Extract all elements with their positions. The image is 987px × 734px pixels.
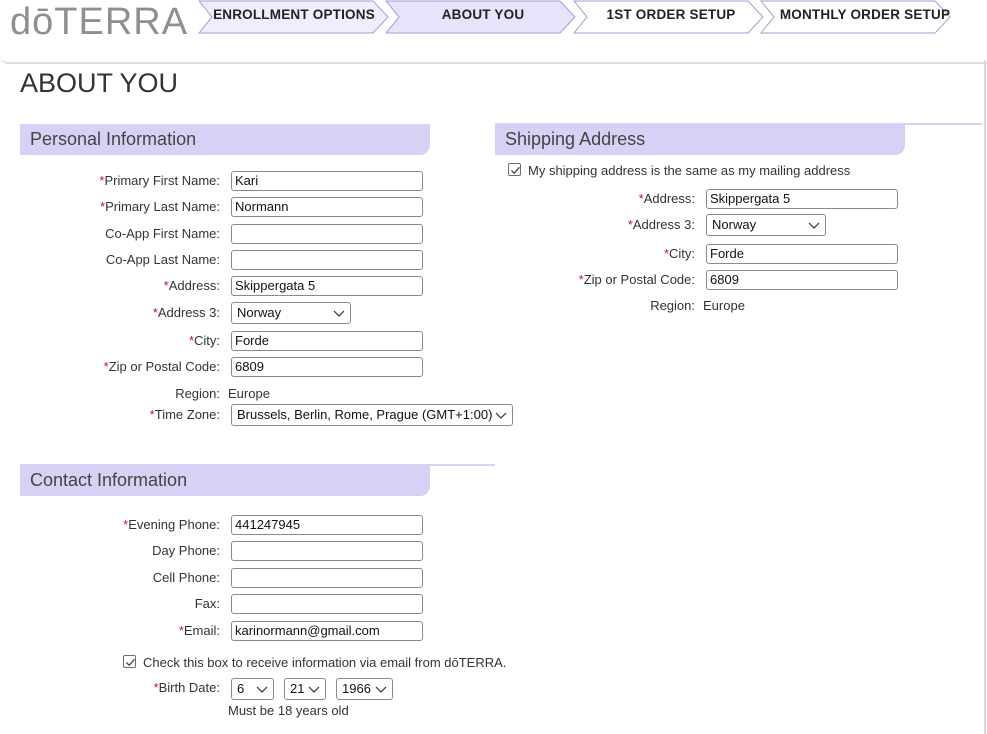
chevron-down-icon [256,686,268,693]
evening-phone-label: *Evening Phone: [40,517,220,533]
chevron-down-icon [495,412,507,419]
zip-input[interactable]: 6809 [231,357,423,377]
shipping-address3-label: *Address 3: [515,217,695,233]
label-text: Address: [168,278,220,293]
checkmark-icon [126,658,135,667]
city-input[interactable]: Forde [231,331,423,351]
header: dōTERRA ENROLLMENT OPTIONS ABOUT YOU 1ST… [0,0,987,62]
time-zone-select[interactable]: Brussels, Berlin, Rome, Prague (GMT+1:00… [231,404,513,426]
chevron-down-icon [308,686,320,693]
chevron-down-icon [333,310,345,317]
select-value: 1966 [342,681,371,696]
label-text: Evening Phone: [128,517,220,532]
region-label: Region: [175,386,220,401]
label-text: Zip or Postal Code: [583,272,695,287]
contact-information-heading: Contact Information [20,465,430,496]
shipping-address-label: *Address: [515,191,695,207]
label-text: Zip or Postal Code: [108,359,220,374]
address3-select[interactable]: Norway [231,302,351,324]
step-label: ABOUT YOU [441,7,525,22]
label-text: Address: [643,191,695,206]
shipping-region-label: Region: [650,298,695,313]
region-value: Europe [228,386,270,401]
same-as-mailing-checkbox[interactable] [508,163,521,176]
birth-month-select[interactable]: 6 [231,678,274,700]
chevron-down-icon [375,686,387,693]
select-value: Norway [712,217,757,232]
city-label: *City: [40,333,220,349]
cell-phone-label: Cell Phone: [152,570,220,585]
shipping-address-input[interactable]: Skippergata 5 [706,189,898,209]
day-phone-input[interactable] [231,541,423,561]
primary-first-name-input[interactable]: Kari [231,171,423,191]
email-input[interactable]: karinormann@gmail.com [231,621,423,641]
shipping-address-heading: Shipping Address [495,124,905,155]
select-value: 21 [290,681,305,696]
fax-label: Fax: [194,596,220,611]
label-text: Email: [183,623,220,638]
select-value: Norway [237,305,282,320]
primary-last-name-input[interactable]: Normann [231,197,423,217]
chevron-down-icon [808,222,820,229]
coapp-last-name-label: Co-App Last Name: [105,252,220,267]
page-right-border [984,60,986,734]
step-label: MONTHLY ORDER SETUP [779,7,951,22]
shipping-city-label: *City: [515,246,695,262]
select-value: 6 [237,681,245,696]
header-divider [0,56,987,64]
page-title: ABOUT YOU [20,68,179,98]
fax-input[interactable] [231,594,423,614]
time-zone-label: *Time Zone: [40,407,220,423]
shipping-zip-input[interactable]: 6809 [706,270,898,290]
email-optin-label: Check this box to receive information vi… [143,655,507,670]
evening-phone-input[interactable]: 441247945 [231,515,423,535]
address3-label: *Address 3: [40,305,220,321]
zip-label: *Zip or Postal Code: [40,359,220,375]
shipping-zip-label: *Zip or Postal Code: [515,272,695,288]
personal-information-heading: Personal Information [20,124,430,155]
birth-day-select[interactable]: 21 [284,678,326,700]
address-label: *Address: [40,278,220,294]
label-text: Address 3: [632,217,695,232]
step-about-you[interactable]: ABOUT YOU [385,0,577,34]
label-text: Birth Date: [158,680,220,695]
step-label: 1ST ORDER SETUP [606,7,736,22]
same-as-mailing-label: My shipping address is the same as my ma… [528,163,851,178]
step-monthly-order-setup[interactable]: MONTHLY ORDER SETUP [760,0,952,34]
step-label: ENROLLMENT OPTIONS [213,7,375,22]
checkmark-icon [511,166,520,175]
label-text: City: [194,333,220,348]
label-text: Address 3: [157,305,220,320]
coapp-last-name-input[interactable] [231,250,423,270]
primary-first-name-label: *Primary First Name: [40,173,220,189]
select-value: Brussels, Berlin, Rome, Prague (GMT+1:00… [237,407,493,422]
day-phone-label: Day Phone: [152,543,220,558]
label-text: Primary Last Name: [105,199,220,214]
label-text: Primary First Name: [104,173,220,188]
cell-phone-input[interactable] [231,568,423,588]
birth-date-label: *Birth Date: [40,680,220,696]
email-optin-checkbox[interactable] [123,655,136,668]
step-enrollment-options[interactable]: ENROLLMENT OPTIONS [198,0,390,34]
email-label: *Email: [40,623,220,639]
shipping-city-input[interactable]: Forde [706,244,898,264]
coapp-first-name-input[interactable] [231,224,423,244]
shipping-address3-select[interactable]: Norway [706,214,826,236]
birth-year-select[interactable]: 1966 [336,678,393,700]
primary-last-name-label: *Primary Last Name: [40,199,220,215]
label-text: City: [669,246,695,261]
birth-date-note: Must be 18 years old [228,703,349,718]
doterra-logo: dōTERRA [10,1,189,43]
coapp-first-name-label: Co-App First Name: [105,226,220,241]
address-input[interactable]: Skippergata 5 [231,276,423,296]
step-1st-order-setup[interactable]: 1ST ORDER SETUP [573,0,765,34]
label-text: Time Zone: [154,407,220,422]
shipping-region-value: Europe [703,298,745,313]
